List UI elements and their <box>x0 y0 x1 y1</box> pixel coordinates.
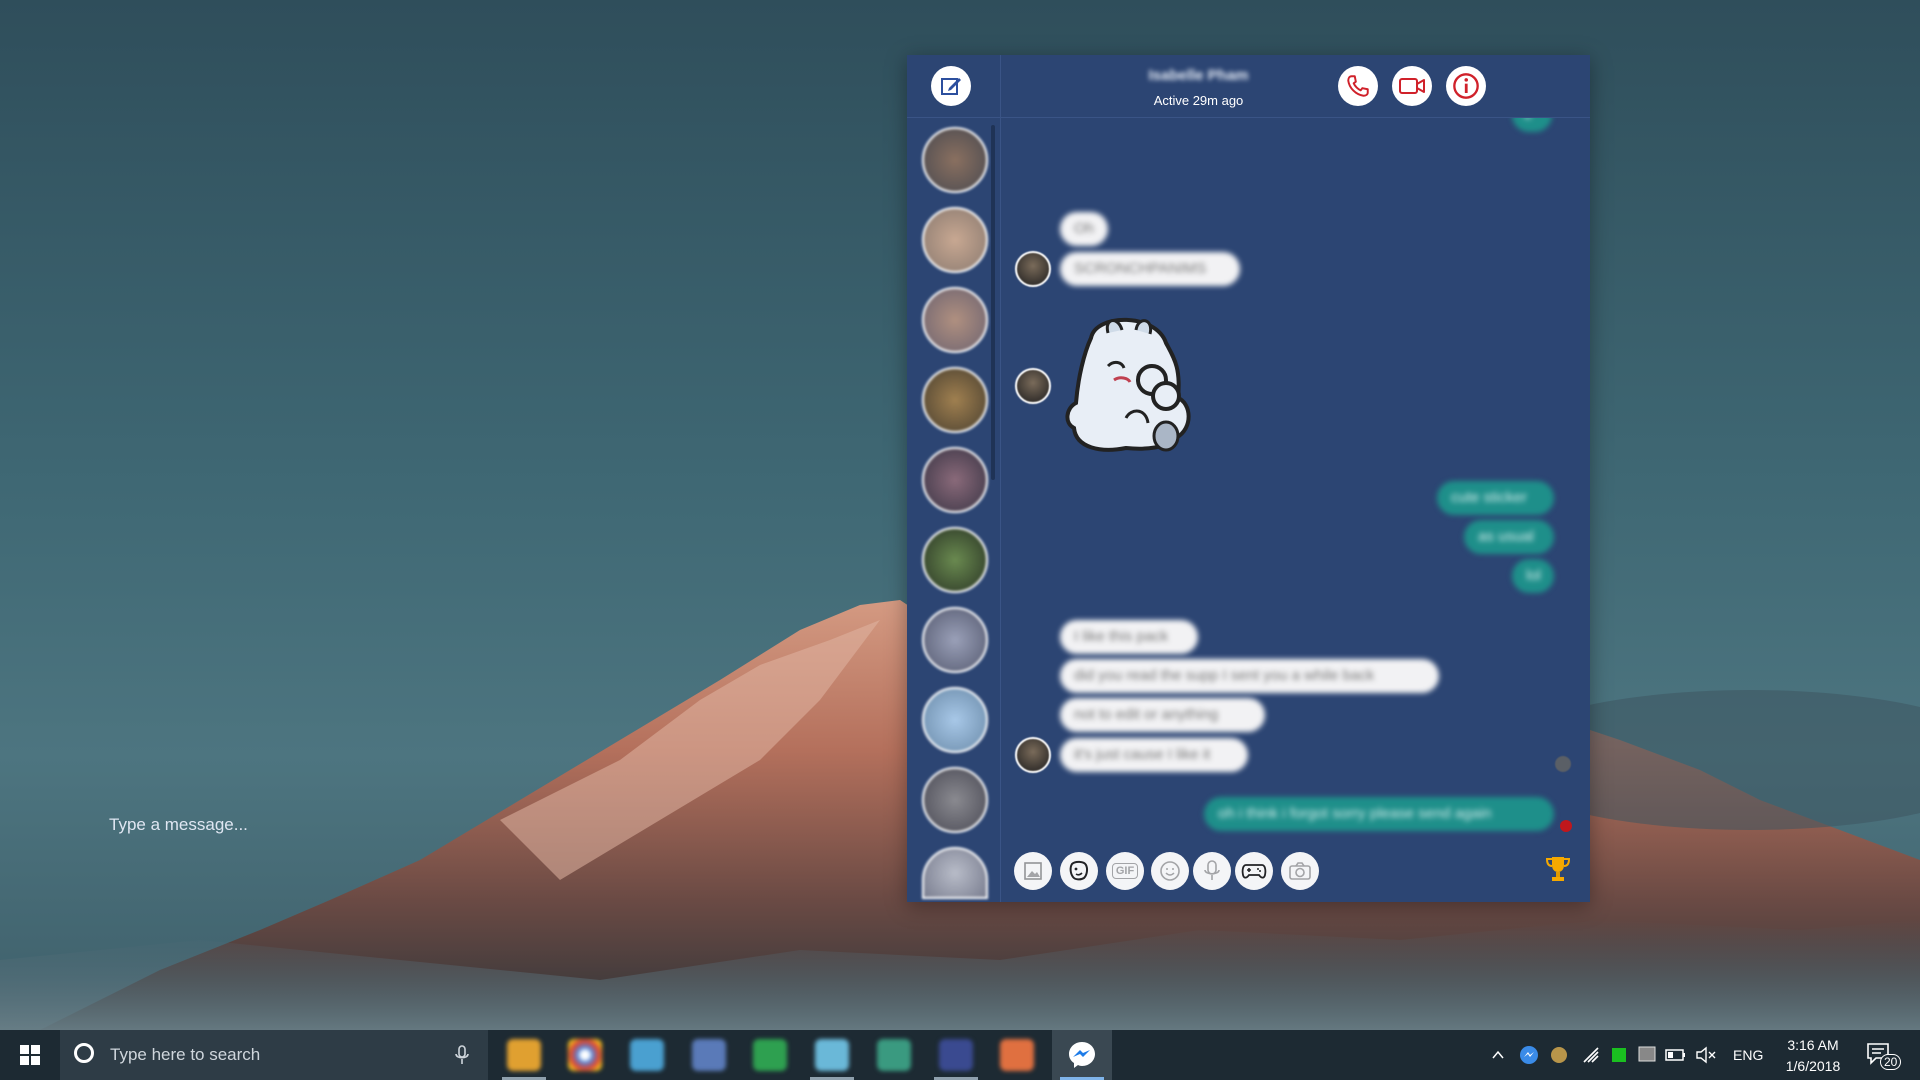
conversation-header: Isabelle Pham Active 29m ago <box>1001 55 1590 118</box>
contact-avatar[interactable] <box>922 447 988 513</box>
sender-avatar <box>1015 368 1051 404</box>
info-icon <box>1453 73 1479 99</box>
phone-icon <box>1347 75 1369 97</box>
sidebar-divider <box>907 117 1000 118</box>
ghost-sticker[interactable] <box>1056 308 1196 458</box>
compose-button[interactable] <box>931 66 971 106</box>
taskbar-app-chrome[interactable] <box>568 1039 602 1071</box>
message-bubble-incoming[interactable]: not to edit or anything <box>1060 698 1265 732</box>
contact-avatar[interactable] <box>922 127 988 193</box>
message-bubble-outgoing[interactable]: oh i think i forgot sorry please send ag… <box>1204 797 1554 831</box>
taskbar-clock[interactable]: 3:16 AM 1/6/2018 <box>1768 1035 1858 1077</box>
emoji-icon <box>1160 861 1180 881</box>
cortana-icon <box>74 1043 94 1063</box>
contact-name[interactable]: Isabelle Pham <box>1001 67 1396 84</box>
camera-button[interactable] <box>1281 852 1319 890</box>
windows-logo-icon <box>20 1045 40 1065</box>
message-bubble-incoming[interactable]: did you read the supp I sent you a while… <box>1060 659 1439 693</box>
sticker-icon <box>1069 860 1089 881</box>
contact-avatar[interactable] <box>922 367 988 433</box>
clock-time: 3:16 AM <box>1787 1037 1839 1053</box>
sender-avatar <box>1015 737 1051 773</box>
voice-call-button[interactable] <box>1338 66 1378 106</box>
message-bubble-incoming[interactable]: Oh <box>1060 212 1109 246</box>
video-camera-icon <box>1399 78 1425 94</box>
video-call-button[interactable] <box>1392 66 1432 106</box>
message-bubble-incoming[interactable]: it's just cause I like it <box>1060 738 1248 772</box>
battery-icon[interactable] <box>1664 1030 1688 1080</box>
microphone-icon <box>1204 860 1220 880</box>
messenger-window: Isabelle Pham Active 29m ago d Oh SCRONC… <box>907 55 1590 902</box>
taskbar-app[interactable] <box>939 1039 973 1071</box>
taskbar-search-box[interactable]: Type here to search <box>60 1030 488 1080</box>
windows-taskbar: Type here to search ENG 3:16 AM 1/6/2018… <box>0 1030 1920 1080</box>
taskbar-app[interactable] <box>1000 1039 1034 1071</box>
camera-icon <box>1289 862 1311 880</box>
wifi-icon[interactable] <box>1580 1030 1602 1080</box>
language-indicator[interactable]: ENG <box>1733 1030 1763 1080</box>
gif-icon: GIF <box>1111 863 1139 879</box>
contact-avatar[interactable] <box>922 687 988 753</box>
message-thread: d Oh SCRONCHPANIMS cute sticker as usual… <box>1001 118 1590 858</box>
contact-avatar[interactable] <box>922 527 988 593</box>
message-input[interactable] <box>107 810 611 840</box>
sidebar-scrollbar[interactable] <box>991 125 995 480</box>
message-bubble-outgoing[interactable]: d <box>1512 118 1552 132</box>
action-center-button[interactable]: 20 <box>1866 1042 1902 1075</box>
network-icon[interactable] <box>1636 1030 1658 1080</box>
search-placeholder: Type here to search <box>110 1045 261 1064</box>
start-button[interactable] <box>0 1030 60 1080</box>
emoji-button[interactable] <box>1151 852 1189 890</box>
trophy-icon[interactable] <box>1545 855 1571 883</box>
voice-clip-button[interactable] <box>1193 852 1231 890</box>
message-bubble-outgoing[interactable]: as usual <box>1464 520 1554 554</box>
sticker-button[interactable] <box>1060 852 1098 890</box>
contact-avatar[interactable] <box>922 207 988 273</box>
contact-avatar[interactable] <box>922 287 988 353</box>
read-receipt-avatar <box>1555 756 1571 772</box>
taskbar-app-messenger[interactable] <box>1052 1030 1112 1080</box>
taskbar-app[interactable] <box>877 1039 911 1071</box>
message-bubble-outgoing[interactable]: lol <box>1512 559 1554 593</box>
info-button[interactable] <box>1446 66 1486 106</box>
messenger-icon <box>1069 1042 1095 1068</box>
message-bubble-incoming[interactable]: SCRONCHPANIMS <box>1060 252 1240 286</box>
tray-app-icon[interactable] <box>1608 1030 1630 1080</box>
active-status: Active 29m ago <box>1153 93 1244 108</box>
image-button[interactable] <box>1014 852 1052 890</box>
sent-status-icon <box>1560 820 1572 832</box>
taskbar-app[interactable] <box>692 1039 726 1071</box>
contact-avatar[interactable] <box>922 607 988 673</box>
games-button[interactable] <box>1235 852 1273 890</box>
compose-icon <box>941 78 961 95</box>
taskbar-app-file-explorer[interactable] <box>507 1039 541 1071</box>
gif-button[interactable]: GIF <box>1106 852 1144 890</box>
microphone-icon[interactable] <box>454 1044 470 1066</box>
contact-avatar[interactable] <box>922 767 988 833</box>
notification-count-badge: 20 <box>1880 1054 1902 1070</box>
image-icon <box>1024 862 1042 880</box>
message-bubble-incoming[interactable]: I like this pack <box>1060 620 1198 654</box>
taskbar-app[interactable] <box>815 1039 849 1071</box>
chevron-up-icon[interactable] <box>1490 1030 1506 1080</box>
taskbar-app[interactable] <box>630 1039 664 1071</box>
message-bubble-outgoing[interactable]: cute sticker <box>1437 481 1554 515</box>
volume-muted-icon[interactable] <box>1694 1030 1718 1080</box>
game-controller-icon <box>1241 864 1267 879</box>
sender-avatar <box>1015 251 1051 287</box>
taskbar-app[interactable] <box>753 1039 787 1071</box>
clock-date: 1/6/2018 <box>1785 1058 1841 1074</box>
tray-app-icon[interactable] <box>1548 1030 1570 1080</box>
messenger-tray-icon[interactable] <box>1518 1030 1540 1080</box>
